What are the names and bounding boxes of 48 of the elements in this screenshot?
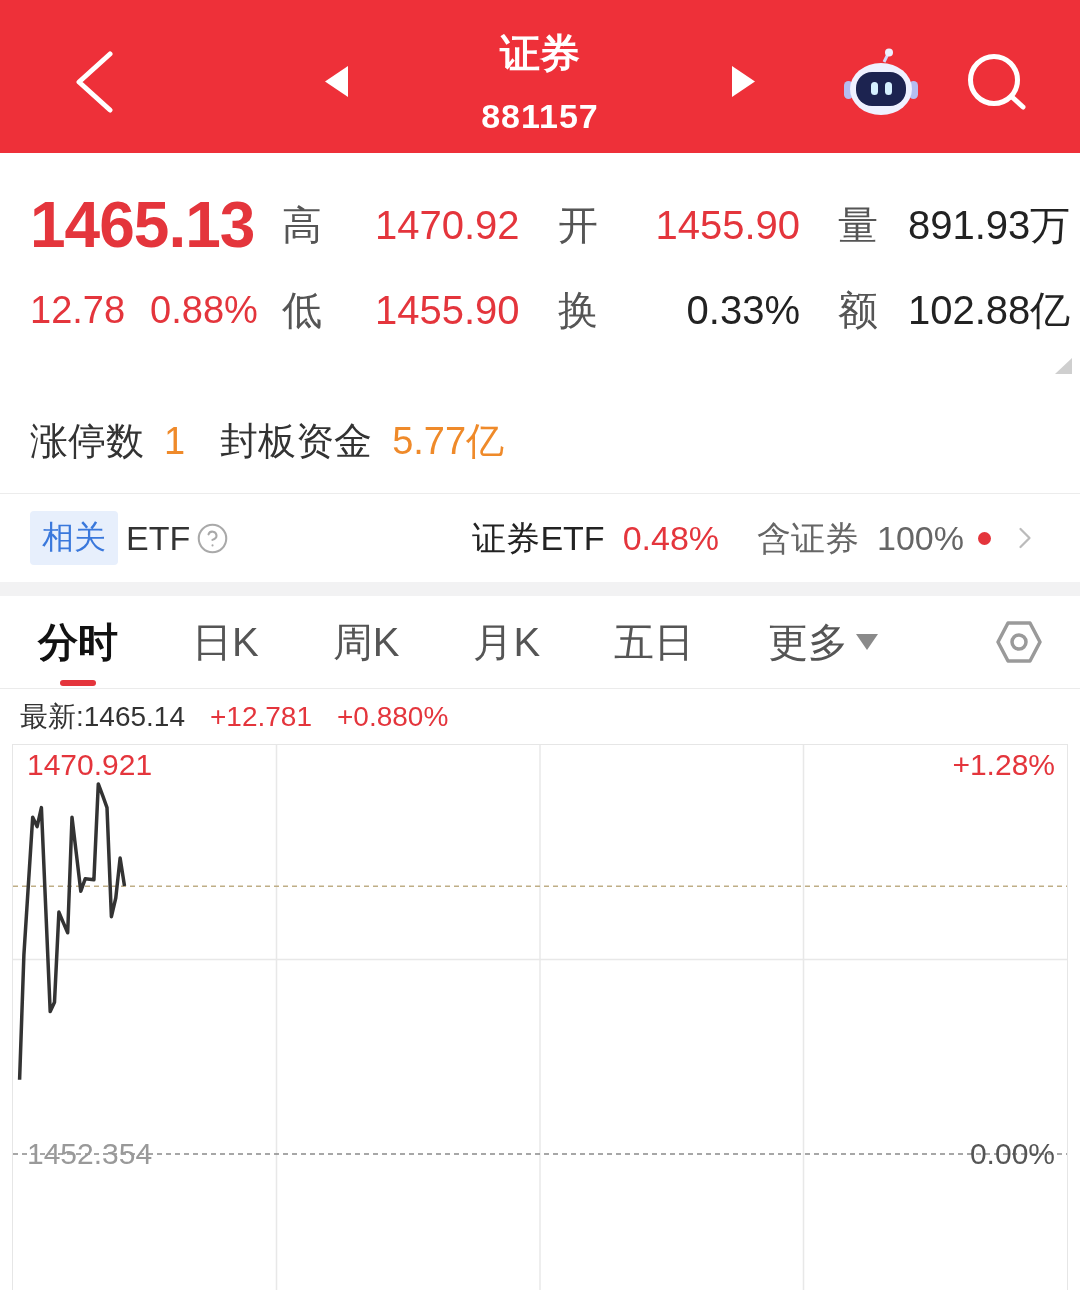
percent-axis-label: +1.28% — [952, 747, 1055, 783]
triangle-left-icon[interactable] — [325, 66, 348, 97]
holding-percent: 100% — [877, 518, 964, 559]
limit-label: 封板资金 — [220, 419, 373, 464]
stat-label: 开 — [558, 202, 599, 249]
back-icon[interactable] — [75, 50, 113, 113]
period-tab[interactable]: 更多 — [768, 596, 879, 688]
price-change: +12.781 — [210, 700, 312, 733]
stat-label: 换 — [558, 287, 599, 334]
related-tag: 相关 — [30, 511, 118, 565]
stock-code: 881157 — [481, 95, 599, 136]
period-tab[interactable]: 五日 — [614, 596, 695, 688]
help-icon[interactable] — [196, 521, 230, 555]
stat-value: 1455.90 — [375, 287, 521, 334]
limit-label: 涨停数 — [30, 419, 144, 464]
caret-down-icon — [856, 634, 879, 650]
stat-label: 高 — [282, 202, 323, 249]
stat-value: 1455.90 — [655, 202, 801, 249]
stat-value: 891.93万 — [908, 202, 1072, 249]
stat-value: 1470.92 — [375, 202, 521, 249]
latest-price: 最新:1465.14 — [20, 699, 185, 734]
stat-label: 额 — [838, 287, 879, 334]
stat-value: 102.88亿 — [908, 287, 1072, 334]
holding-label: 含证券 — [757, 518, 860, 559]
y-axis-label: 1470.921 — [27, 747, 153, 783]
percent-change: 0.88% — [150, 288, 258, 333]
etf-label: ETF — [126, 518, 191, 559]
percent-change: +0.880% — [337, 700, 449, 733]
fund-change: 0.48% — [622, 518, 720, 559]
limit-value: 1 — [164, 419, 186, 464]
stat-value: 0.33% — [685, 287, 801, 334]
stat-label: 低 — [282, 287, 323, 334]
robot-icon[interactable] — [843, 47, 919, 116]
last-price: 1465.13 — [30, 188, 256, 263]
triangle-right-icon[interactable] — [732, 66, 755, 97]
period-tab[interactable]: 月K — [473, 596, 541, 688]
period-tab[interactable]: 周K — [332, 596, 400, 688]
percent-axis-label: 0.00% — [969, 1136, 1055, 1172]
limit-value: 5.77亿 — [392, 419, 505, 464]
period-tab[interactable]: 分时 — [38, 596, 118, 688]
stat-label: 量 — [838, 202, 879, 249]
fund-name[interactable]: 证券ETF — [472, 517, 605, 559]
period-tab[interactable]: 日K — [192, 596, 259, 688]
search-icon[interactable] — [967, 52, 1027, 111]
price-change: 12.78 — [30, 288, 126, 333]
settings-icon[interactable] — [995, 620, 1043, 664]
y-axis-label: 1452.354 — [27, 1136, 153, 1172]
stock-title: 证券 — [500, 29, 580, 77]
